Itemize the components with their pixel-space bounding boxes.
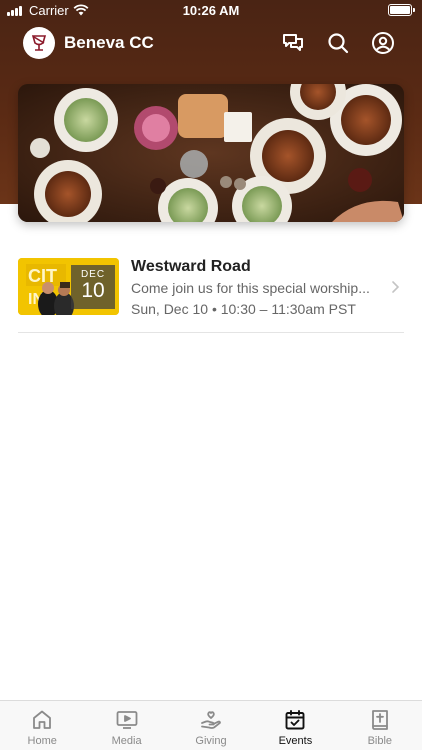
event-description: Come join us for this special worship... — [131, 280, 370, 296]
clock: 10:26 AM — [182, 3, 240, 18]
media-icon — [116, 711, 138, 729]
search-icon[interactable] — [326, 31, 350, 55]
app-title: Beneva CC — [64, 33, 154, 52]
tab-bible[interactable]: Bible — [338, 701, 422, 750]
event-list-item[interactable]: CIT IN DEC 10 Westward Road Come join us… — [18, 258, 404, 333]
tab-events-label: Events — [278, 735, 313, 747]
giving-icon — [201, 711, 221, 729]
chevron-right-icon — [392, 281, 400, 293]
tab-media-label: Media — [111, 735, 142, 747]
tab-home[interactable]: Home — [0, 701, 84, 750]
svg-text:CIT: CIT — [28, 266, 57, 286]
hero-image — [18, 84, 404, 222]
profile-icon[interactable] — [371, 31, 395, 55]
church-logo — [23, 27, 55, 59]
calendar-icon — [285, 710, 305, 730]
chalice-icon — [31, 35, 47, 51]
bible-icon — [371, 710, 388, 730]
tab-bible-label: Bible — [367, 735, 393, 747]
home-icon — [33, 710, 52, 729]
tab-bar: Home Media Giving Events Bible — [0, 700, 422, 750]
tab-giving-label: Giving — [195, 735, 227, 747]
tab-media[interactable]: Media — [84, 701, 168, 750]
tab-giving[interactable]: Giving — [169, 701, 253, 750]
tab-home-label: Home — [27, 735, 57, 747]
status-bar: Carrier 10:26 AM — [0, 0, 422, 22]
food-table-illustration — [18, 84, 404, 222]
event-thumbnail: CIT IN DEC 10 — [18, 258, 119, 315]
event-date-day: 10 — [81, 279, 105, 302]
event-schedule: Sun, Dec 10 • 10:30 – 11:30am PST — [131, 301, 356, 317]
event-title: Westward Road — [131, 258, 251, 275]
chat-icon[interactable] — [281, 31, 305, 55]
tab-events[interactable]: Events — [253, 701, 337, 750]
battery-icon — [388, 4, 415, 16]
event-date-badge: DEC 10 — [71, 265, 115, 309]
